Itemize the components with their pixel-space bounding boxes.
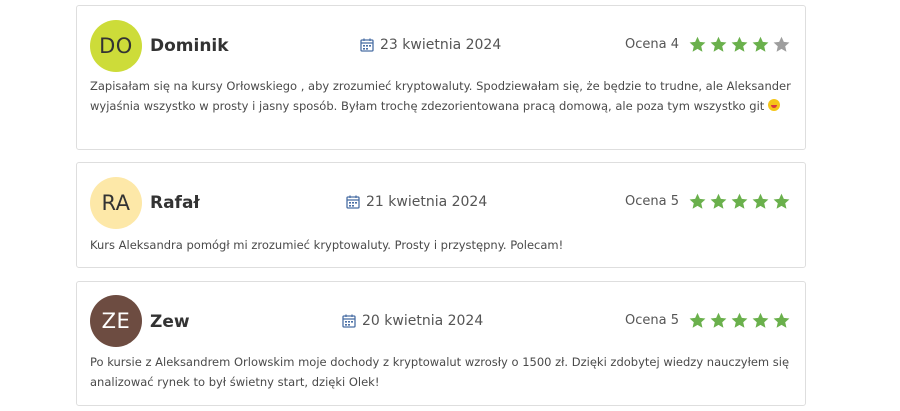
rating: Ocena 5 [625,311,791,330]
rating-label: Ocena 5 [625,194,679,209]
review-text-content: Zapisałam się na kursy Orłowskiego , aby… [90,79,791,113]
reviews-list: DO Dominik 23 kwietnia 2024 Ocena 4 Zapi… [0,0,900,411]
avatar: ZE [90,295,142,347]
review-date-text: 21 kwietnia 2024 [366,194,488,210]
reviewer-name: Zew [150,312,190,332]
star-filled-icon [773,193,790,209]
calendar-icon [346,195,360,209]
star-filled-icon [752,193,769,209]
star-filled-icon [752,36,769,52]
avatar: DO [90,20,142,72]
review-text: Kurs Aleksandra pomógł mi zrozumieć kryp… [90,235,791,255]
star-filled-icon [731,193,748,209]
reviewer-name: Dominik [150,36,229,56]
star-filled-icon [752,312,769,328]
star-filled-icon [689,312,706,328]
review-date: 21 kwietnia 2024 [346,194,487,210]
review-card: DO Dominik 23 kwietnia 2024 Ocena 4 Zapi… [76,5,806,150]
review-date: 23 kwietnia 2024 [360,37,501,53]
avatar-initials: ZE [101,309,131,333]
review-date-text: 20 kwietnia 2024 [362,313,484,329]
star-empty-icon [773,36,790,52]
avatar: RA [90,177,142,229]
rating-label: Ocena 4 [625,37,679,52]
star-filled-icon [773,312,790,328]
grinning-face-with-tongue-icon [767,99,780,111]
reviewer-name: Rafał [150,193,200,213]
review-text-content: Kurs Aleksandra pomógł mi zrozumieć kryp… [90,238,564,252]
review-text: Zapisałam się na kursy Orłowskiego , aby… [90,76,791,116]
star-filled-icon [689,193,706,209]
star-filled-icon [710,36,727,52]
review-text: Po kursie z Aleksandrem Orlowskim moje d… [90,352,791,392]
review-card: RA Rafał 21 kwietnia 2024 Ocena 5 Kurs A… [76,162,806,268]
rating-label: Ocena 5 [625,313,679,328]
avatar-initials: RA [101,191,131,215]
avatar-initials: DO [99,34,133,58]
rating: Ocena 5 [625,192,791,211]
star-filled-icon [731,312,748,328]
calendar-icon [360,38,374,52]
review-card: ZE Zew 20 kwietnia 2024 Ocena 5 Po kursi… [76,281,806,406]
star-filled-icon [710,193,727,209]
star-filled-icon [710,312,727,328]
calendar-icon [342,314,356,328]
rating: Ocena 4 [625,35,791,54]
star-filled-icon [689,36,706,52]
star-filled-icon [731,36,748,52]
review-date-text: 23 kwietnia 2024 [380,37,502,53]
review-text-content: Po kursie z Aleksandrem Orlowskim moje d… [90,355,790,389]
review-date: 20 kwietnia 2024 [342,313,483,329]
